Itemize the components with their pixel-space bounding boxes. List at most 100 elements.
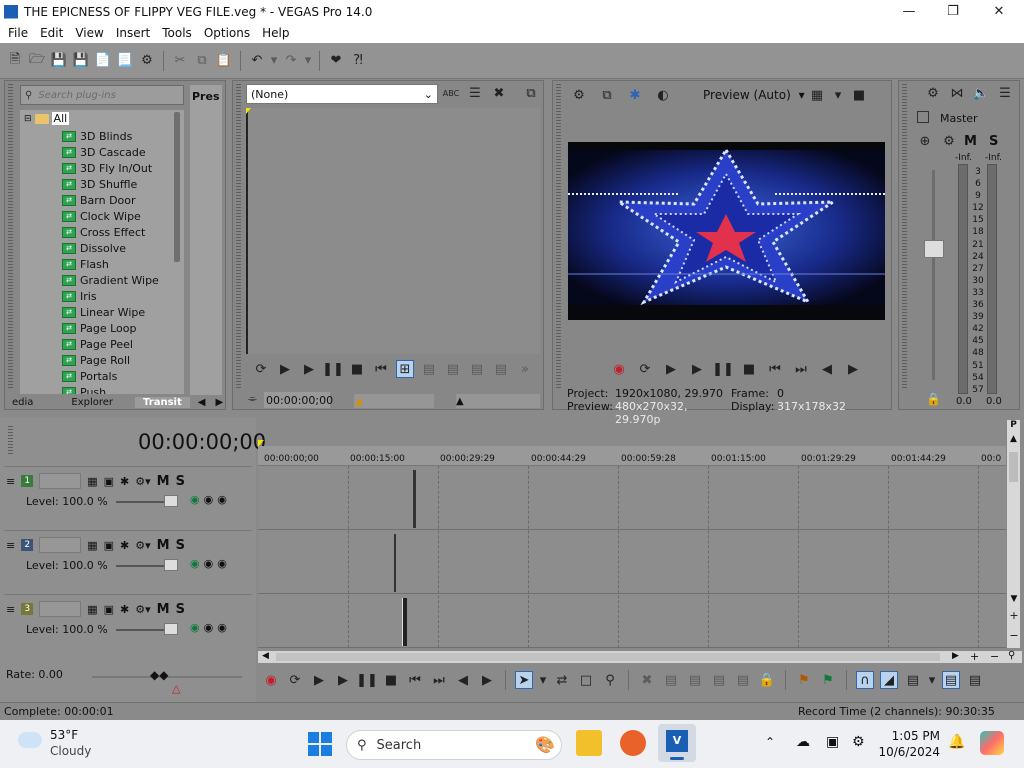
tree-scrollbar[interactable] (174, 112, 180, 262)
envelope-tool-icon[interactable]: ⇄ (553, 671, 571, 689)
more-icon[interactable]: ▤ (492, 360, 510, 378)
zoom-tool-icon[interactable]: ⚲ (1008, 650, 1015, 661)
master-settings-gear-icon[interactable]: ⚙ (924, 84, 942, 102)
properties-icon[interactable]: 📃 (116, 52, 134, 70)
redo-dropdown-icon[interactable]: ▾ (304, 52, 312, 70)
panel-grip[interactable] (236, 84, 241, 390)
play-icon[interactable]: ▶ (300, 360, 318, 378)
ripple-dropdown-icon[interactable]: ▾ (928, 671, 936, 689)
level-slider-thumb[interactable] (164, 623, 178, 635)
zoom-in-vertical-icon[interactable]: + (1007, 609, 1021, 622)
timeline-track-row-1[interactable] (258, 466, 1006, 530)
external-monitor-icon[interactable]: ⧉ (598, 86, 616, 104)
copilot-icon[interactable] (980, 731, 1004, 755)
stop-icon[interactable]: ■ (382, 671, 400, 689)
compositing-icon[interactable]: ▦ (87, 539, 97, 552)
master-fx-icon[interactable]: ⊕ (916, 132, 934, 150)
panel-grip[interactable] (8, 426, 13, 456)
rate-slider-thumb[interactable]: ◆◆ (150, 668, 168, 682)
composite-mode-icon[interactable]: ◉ (190, 493, 200, 506)
trim-end-icon[interactable]: ▤ (710, 671, 728, 689)
file-explorer-icon[interactable] (576, 730, 602, 756)
trim-icon[interactable]: ▤ (662, 671, 680, 689)
trimmer-view[interactable] (246, 108, 540, 354)
undo-icon[interactable]: ↶ (248, 52, 266, 70)
delete-icon[interactable]: ✖ (638, 671, 656, 689)
track-header-3[interactable]: ≡ 3 ▦ ▣ ✱ ⚙▾ M S Level: 100.0 % ◉ ◉ ◉ (4, 594, 252, 656)
add-to-timeline-icon[interactable]: ⊞ (396, 360, 414, 378)
tab-media[interactable]: edia (4, 397, 41, 408)
play-icon[interactable]: ▶ (688, 360, 706, 378)
play-from-start-icon[interactable]: ▶ (276, 360, 294, 378)
preview-settings-gear-icon[interactable]: ⚙ (570, 86, 588, 104)
downmix-icon[interactable]: ⋈ (948, 84, 966, 102)
undo-dropdown-icon[interactable]: ▾ (270, 52, 278, 70)
zoom-tool-icon[interactable]: ⚲ (601, 671, 619, 689)
paste-icon[interactable]: 📋 (215, 52, 233, 70)
menu-view[interactable]: View (69, 26, 109, 40)
previous-frame-icon[interactable]: ◀ (818, 360, 836, 378)
save-icon[interactable]: 💾 (50, 52, 68, 70)
copy-icon[interactable]: ⧉ (193, 52, 211, 70)
event-fx-icon[interactable]: ❤ (327, 52, 345, 70)
grid-overlay-icon[interactable]: ▦ (808, 86, 826, 104)
timeline-horizontal-scrollbar[interactable]: ◀ ▶ + − ⚲ (258, 650, 1022, 663)
fx-icon[interactable]: ✱ (120, 539, 129, 552)
transition-item[interactable]: ⇄ 3D Blinds (62, 128, 132, 144)
next-frame-icon[interactable]: ▶ (844, 360, 862, 378)
zoom-out-vertical-icon[interactable]: − (1007, 629, 1021, 642)
region-icon[interactable]: ⚑ (819, 671, 837, 689)
next-frame-icon[interactable]: ▶ (478, 671, 496, 689)
previous-frame-icon[interactable]: ◀ (454, 671, 472, 689)
trimmer-length-bar[interactable]: ▲ (456, 394, 540, 408)
track-name-field[interactable] (39, 537, 82, 553)
master-square-icon[interactable] (917, 111, 929, 123)
play-icon[interactable]: ▶ (334, 671, 352, 689)
clear-icon[interactable]: ✖ (490, 84, 508, 102)
tab-explorer[interactable]: Explorer (41, 397, 121, 408)
solo-button[interactable]: S (176, 474, 185, 489)
transition-item[interactable]: ⇄ Cross Effect (62, 224, 145, 240)
tab-scroll-right-icon[interactable]: ▶ (213, 397, 225, 408)
auto-crossfade-icon[interactable]: ◢ (880, 671, 898, 689)
scroll-right-icon[interactable]: ▶ (952, 651, 959, 661)
trimmer-in-out-bar[interactable]: ◢ (354, 394, 434, 408)
chevron-up-icon[interactable]: ⌃ (765, 735, 775, 749)
language-icon[interactable]: ⚙ (852, 734, 865, 750)
track-gear-icon[interactable]: ⚙▾ (135, 475, 150, 488)
parent-icon[interactable]: ◉ (204, 557, 214, 570)
menu-tools[interactable]: Tools (156, 26, 198, 40)
go-to-start-icon[interactable]: ⏮ (372, 360, 390, 378)
go-to-end-icon[interactable]: ⏭ (430, 671, 448, 689)
zoom-out-horizontal-icon[interactable]: − (990, 650, 999, 663)
lock-event-icon[interactable]: 🔒 (758, 671, 776, 689)
transition-item[interactable]: ⇄ 3D Cascade (62, 144, 146, 160)
timeline-track-row-2[interactable] (258, 530, 1006, 594)
ripple-edit-icon[interactable]: ▤ (904, 671, 922, 689)
scroll-up-icon[interactable]: ▲ (1007, 434, 1020, 448)
pause-icon[interactable]: ❚❚ (356, 671, 378, 689)
minimize-track-icon[interactable]: ≡ (6, 475, 15, 488)
compositing-icon[interactable]: ▦ (87, 475, 97, 488)
grid-dropdown-icon[interactable]: ▾ (834, 86, 842, 104)
loop-icon[interactable]: ⟳ (286, 671, 304, 689)
tree-root[interactable]: ⊟ All (24, 112, 70, 125)
speaker-icon[interactable]: 🔈 (972, 84, 990, 102)
pause-icon[interactable]: ❚❚ (322, 360, 344, 378)
marker-p-icon[interactable]: P (1007, 420, 1020, 434)
start-windows-icon[interactable] (308, 732, 332, 756)
loop-icon[interactable]: ⟳ (252, 360, 270, 378)
taskbar-time[interactable]: 1:05 PM (884, 729, 940, 743)
zoom-in-horizontal-icon[interactable]: + (970, 650, 979, 663)
transition-item[interactable]: ⇄ Page Peel (62, 336, 133, 352)
copy-frame-icon[interactable]: ⧉ (522, 84, 540, 102)
play-from-start-icon[interactable]: ▶ (662, 360, 680, 378)
panel-grip[interactable] (556, 84, 561, 390)
transition-item[interactable]: ⇄ Barn Door (62, 192, 136, 208)
transition-item[interactable]: ⇄ Push (62, 384, 106, 394)
menu-insert[interactable]: Insert (110, 26, 156, 40)
preview-quality-dropdown[interactable]: Preview (Auto) ▾ (703, 88, 805, 102)
normal-edit-tool-icon[interactable]: ➤ (515, 671, 533, 689)
transition-item[interactable]: ⇄ Clock Wipe (62, 208, 141, 224)
menu-options[interactable]: Options (198, 26, 256, 40)
